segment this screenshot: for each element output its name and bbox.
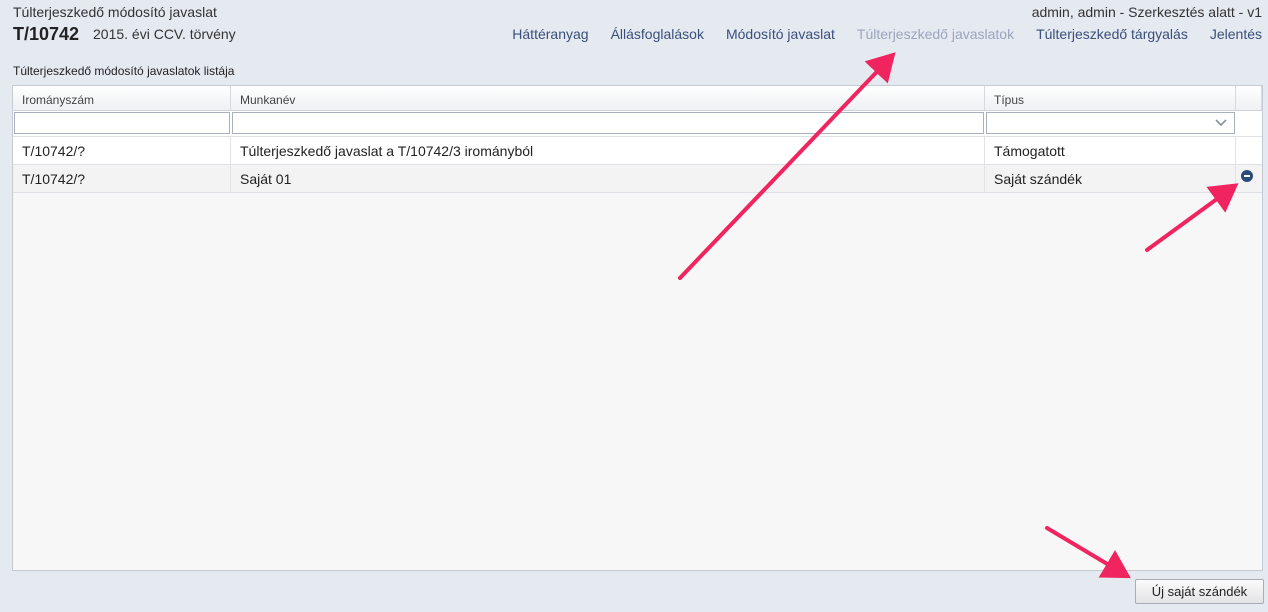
- cell-actions: [1236, 137, 1262, 164]
- cell-tipus: Támogatott: [985, 137, 1236, 164]
- cell-munkanev: Saját 01: [231, 165, 985, 192]
- column-header-munkanev[interactable]: Munkanév: [231, 86, 985, 110]
- new-own-intent-button[interactable]: Új saját szándék: [1135, 579, 1264, 604]
- app-header: Túlterjeszkedő módosító javaslat T/10742…: [0, 0, 1268, 60]
- cell-munkanev: Túlterjeszkedő javaslat a T/10742/3 irom…: [231, 137, 985, 164]
- nav-modosito-javaslat[interactable]: Módosító javaslat: [726, 26, 835, 42]
- user-status: admin, admin - Szerkesztés alatt - v1: [1031, 4, 1262, 20]
- cell-iromanyszam: T/10742/?: [13, 137, 231, 164]
- filter-row: [13, 111, 1262, 137]
- grid-header: Irományszám Munkanév Típus: [13, 86, 1262, 111]
- filter-actions: [1236, 111, 1262, 136]
- document-subtitle: 2015. évi CCV. törvény: [93, 26, 236, 42]
- nav-allasfoglalasok[interactable]: Állásfoglalások: [611, 26, 704, 42]
- filter-iromanyszam-input[interactable]: [14, 112, 230, 134]
- cell-iromanyszam: T/10742/?: [13, 165, 231, 192]
- document-id: T/10742: [13, 24, 80, 44]
- table-row[interactable]: T/10742/? Saját 01 Saját szándék: [13, 165, 1262, 193]
- nav-tulterjeszkedo-javaslatok[interactable]: Túlterjeszkedő javaslatok: [857, 26, 1014, 42]
- column-header-actions: [1236, 86, 1262, 110]
- list-title: Túlterjeszkedő módosító javaslatok listá…: [13, 64, 235, 78]
- cell-actions: [1236, 165, 1262, 192]
- top-nav: Háttéranyag Állásfoglalások Módosító jav…: [490, 26, 1262, 42]
- filter-tipus-select[interactable]: [986, 112, 1235, 134]
- column-header-iromanyszam[interactable]: Irományszám: [13, 86, 231, 110]
- table-row[interactable]: T/10742/? Túlterjeszkedő javaslat a T/10…: [13, 137, 1262, 165]
- column-header-tipus[interactable]: Típus: [985, 86, 1236, 110]
- minus-circle-icon[interactable]: [1241, 170, 1253, 182]
- nav-jelentes[interactable]: Jelentés: [1210, 26, 1262, 42]
- cell-tipus: Saját szándék: [985, 165, 1236, 192]
- document-type: Túlterjeszkedő módosító javaslat: [13, 4, 217, 20]
- proposals-grid: Irományszám Munkanév Típus T/10742/? Túl…: [12, 85, 1263, 571]
- chevron-down-icon: [1215, 119, 1227, 127]
- nav-hatteranyag[interactable]: Háttéranyag: [512, 26, 588, 42]
- filter-munkanev-input[interactable]: [232, 112, 984, 134]
- nav-tulterjeszkedo-targyalas[interactable]: Túlterjeszkedő tárgyalás: [1036, 26, 1188, 42]
